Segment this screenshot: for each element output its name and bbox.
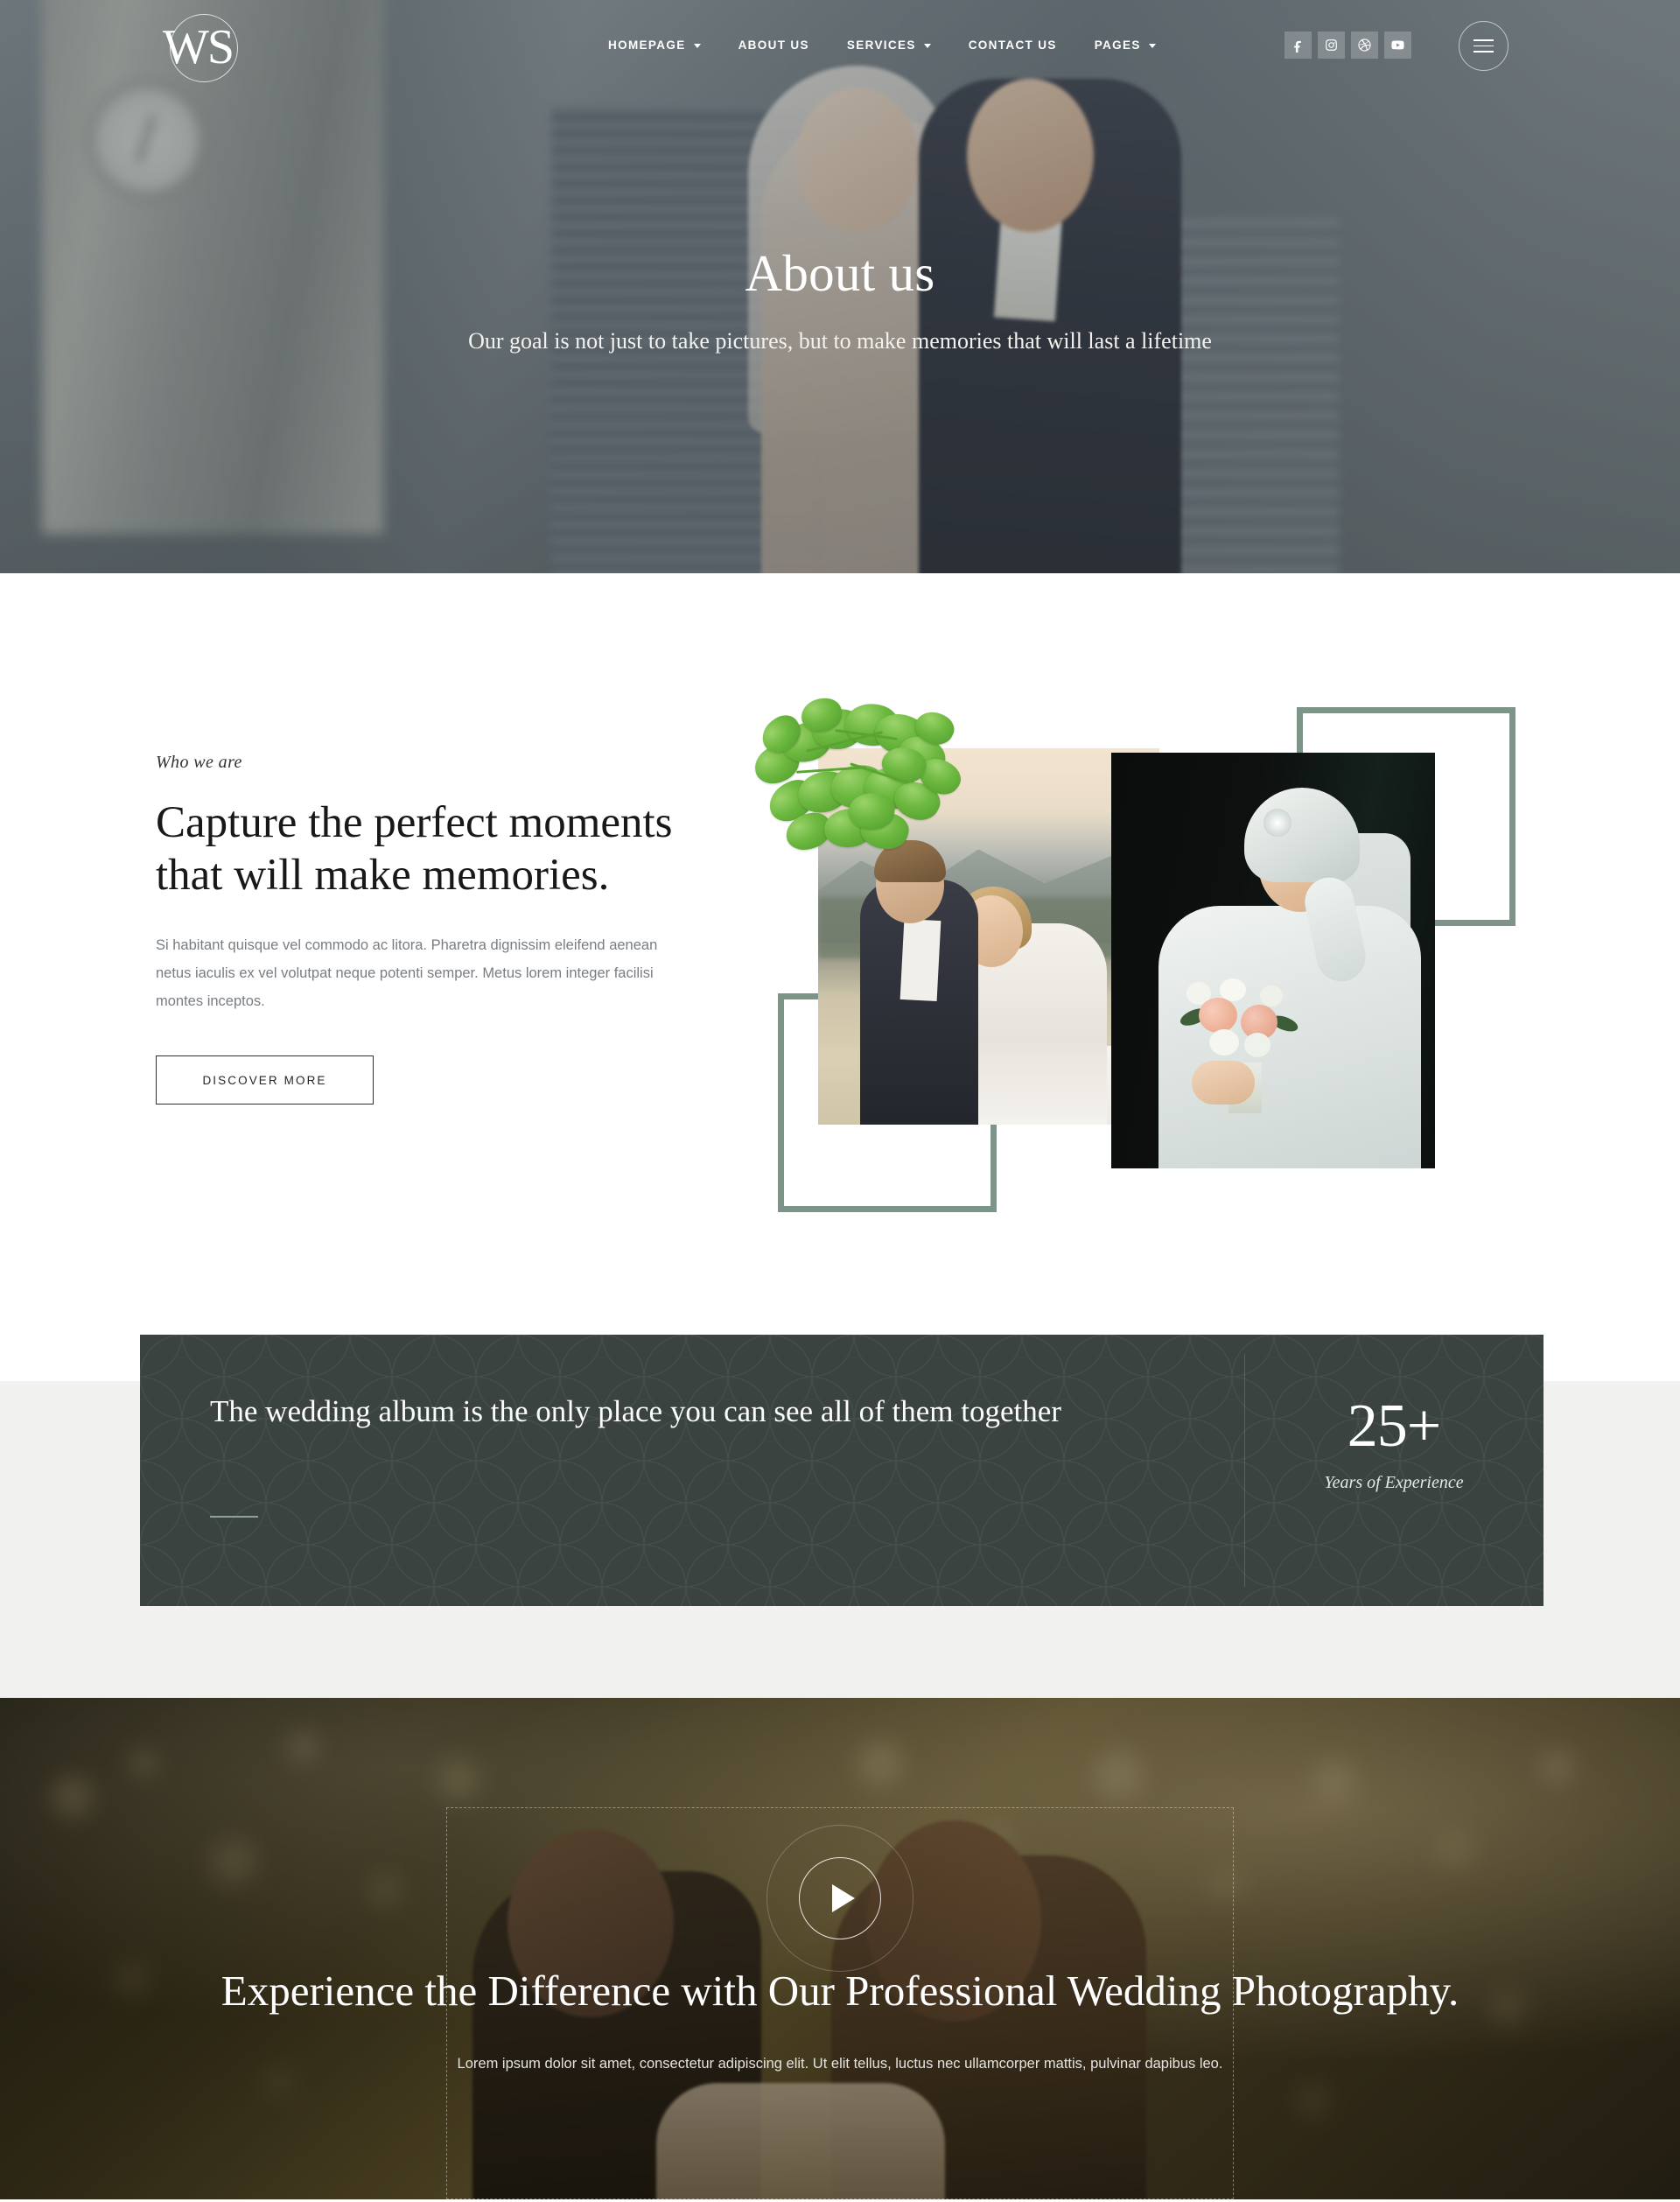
nav-label: PAGES bbox=[1094, 39, 1141, 52]
nav-item-about-us[interactable]: ABOUT US bbox=[738, 39, 809, 52]
photo-b-hands bbox=[1192, 1061, 1255, 1105]
nav-links: HOMEPAGE ABOUT US SERVICES CONTACT US PA… bbox=[608, 39, 1156, 52]
stat-label: Years of Experience bbox=[1324, 1473, 1464, 1492]
about-image-collage bbox=[749, 683, 1540, 1252]
hero-subtitle: Our goal is not just to take pictures, b… bbox=[468, 328, 1212, 354]
band-quote-text: The wedding album is the only place you … bbox=[210, 1394, 1061, 1428]
photo-a-groom-shirt bbox=[900, 918, 942, 1002]
section-eyebrow: Who we are bbox=[156, 753, 242, 772]
hamburger-bar bbox=[1474, 45, 1494, 47]
about-paragraph: Si habitant quisque vel commodo ac litor… bbox=[156, 937, 658, 1009]
video-paragraph: Lorem ipsum dolor sit amet, consectetur … bbox=[457, 2055, 1223, 2072]
chevron-down-icon bbox=[1148, 44, 1156, 48]
leaf-decoration bbox=[744, 691, 1006, 854]
nav-item-homepage[interactable]: HOMEPAGE bbox=[608, 39, 701, 52]
bouquet-flower bbox=[1209, 1029, 1239, 1055]
hero-copy: About us Our goal is not just to take pi… bbox=[0, 243, 1680, 358]
hamburger-bar bbox=[1474, 39, 1494, 41]
chevron-down-icon bbox=[693, 44, 701, 48]
main-navigation: WS HOMEPAGE ABOUT US SERVICES CONTACT US bbox=[0, 0, 1680, 96]
discover-more-button[interactable]: DISCOVER MORE bbox=[156, 1055, 374, 1105]
site-logo[interactable]: WS bbox=[149, 2, 247, 93]
hamburger-icon[interactable] bbox=[1459, 21, 1508, 71]
bouquet-flower bbox=[1260, 985, 1283, 1006]
nav-item-services[interactable]: SERVICES bbox=[847, 39, 931, 52]
youtube-icon[interactable] bbox=[1384, 32, 1411, 59]
experience-stat: 25+ Years of Experience bbox=[1244, 1396, 1544, 1493]
social-links bbox=[1284, 32, 1411, 59]
hamburger-bar bbox=[1474, 51, 1494, 53]
logo-text: WS bbox=[163, 20, 234, 74]
video-heading: Experience the Difference with Our Profe… bbox=[220, 1967, 1460, 2015]
photo-bride-portrait bbox=[1111, 753, 1435, 1168]
page-root: WS HOMEPAGE ABOUT US SERVICES CONTACT US bbox=[0, 0, 1680, 2202]
about-heading: Capture the perfect moments that will ma… bbox=[156, 798, 673, 900]
bouquet-flower bbox=[1244, 1033, 1270, 1057]
instagram-icon[interactable] bbox=[1318, 32, 1345, 59]
nav-label: ABOUT US bbox=[738, 39, 809, 52]
stat-number: 25+ bbox=[1347, 1392, 1441, 1460]
play-triangle bbox=[832, 1884, 855, 1912]
chevron-down-icon bbox=[923, 44, 931, 48]
band-divider-rule bbox=[210, 1516, 258, 1518]
facebook-icon[interactable] bbox=[1284, 32, 1312, 59]
dribbble-icon[interactable] bbox=[1351, 32, 1378, 59]
nav-item-pages[interactable]: PAGES bbox=[1095, 39, 1156, 52]
nav-label: SERVICES bbox=[846, 39, 916, 52]
hero-section: WS HOMEPAGE ABOUT US SERVICES CONTACT US bbox=[0, 0, 1680, 573]
nav-label: CONTACT US bbox=[968, 39, 1057, 52]
nav-item-contact-us[interactable]: CONTACT US bbox=[969, 39, 1057, 52]
nav-label: HOMEPAGE bbox=[608, 39, 686, 52]
play-icon[interactable] bbox=[799, 1857, 881, 1939]
stat-band-section: The wedding album is the only place you … bbox=[0, 1300, 1680, 1698]
page-title: About us bbox=[745, 244, 935, 302]
about-text-column: Who we are Capture the perfect moments t… bbox=[156, 753, 698, 1105]
video-copy: Experience the Difference with Our Profe… bbox=[0, 1963, 1680, 2078]
stat-band-card: The wedding album is the only place you … bbox=[140, 1335, 1544, 1606]
bouquet-rose bbox=[1199, 998, 1237, 1033]
